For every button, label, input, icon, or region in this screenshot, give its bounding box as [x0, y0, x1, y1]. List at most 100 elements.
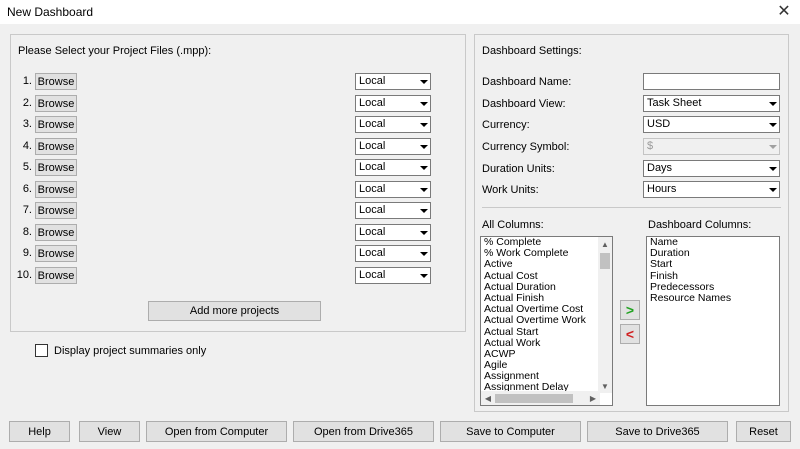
file-row-number: 2.: [22, 97, 32, 109]
list-item[interactable]: Actual Overtime Work: [481, 315, 612, 326]
file-location-value: Local: [359, 204, 386, 216]
chevron-down-icon: [417, 268, 430, 283]
duration-units-label: Duration Units:: [482, 163, 555, 175]
help-button[interactable]: Help: [9, 421, 70, 442]
title-bar: New Dashboard ✕: [0, 0, 800, 24]
file-location-select[interactable]: Local: [355, 267, 431, 284]
reset-button[interactable]: Reset: [736, 421, 791, 442]
file-row-number: 7.: [22, 204, 32, 216]
browse-button[interactable]: Browse: [35, 159, 77, 176]
list-item[interactable]: Active: [481, 259, 612, 270]
view-button[interactable]: View: [79, 421, 140, 442]
file-location-value: Local: [359, 183, 386, 195]
list-item[interactable]: Resource Names: [647, 292, 779, 304]
file-location-value: Local: [359, 247, 386, 259]
list-item[interactable]: Start: [647, 259, 779, 270]
browse-button[interactable]: Browse: [35, 181, 77, 198]
save-to-computer-button[interactable]: Save to Computer: [440, 421, 581, 442]
file-row-number: 4.: [22, 140, 32, 152]
dashboard-name-input[interactable]: [643, 73, 780, 90]
chevron-down-icon: [417, 203, 430, 218]
file-location-value: Local: [359, 269, 386, 281]
work-units-label: Work Units:: [482, 184, 539, 196]
dashboard-columns-list[interactable]: Name Duration Start Finish Predecessors Resou…: [646, 236, 780, 406]
file-row-number: 3.: [22, 118, 32, 130]
chevron-down-icon: [766, 96, 779, 111]
file-location-select[interactable]: Local: [355, 202, 431, 219]
file-location-select[interactable]: Local: [355, 138, 431, 155]
file-location-select[interactable]: Local: [355, 224, 431, 241]
chevron-down-icon: [766, 139, 779, 154]
file-location-select[interactable]: Local: [355, 245, 431, 262]
duration-units-select[interactable]: Days: [643, 160, 780, 177]
all-columns-label: All Columns:: [482, 219, 544, 231]
all-columns-list[interactable]: % Complete% Work Complete Active Actual Co…: [480, 236, 613, 406]
chevron-down-icon: [417, 182, 430, 197]
work-units-value: Hours: [647, 183, 677, 195]
file-location-select[interactable]: Local: [355, 95, 431, 112]
scroll-left-icon[interactable]: ◀: [481, 391, 495, 405]
file-row-number: 9.: [22, 247, 32, 259]
file-location-select[interactable]: Local: [355, 181, 431, 198]
all-columns-hscrollbar[interactable]: ◀ ▶: [481, 391, 600, 405]
add-more-projects-button[interactable]: Add more projects: [148, 301, 321, 321]
currency-symbol-label: Currency Symbol:: [482, 141, 570, 153]
browse-button[interactable]: Browse: [35, 116, 77, 133]
scrollbar-thumb[interactable]: [600, 253, 610, 269]
dashboard-view-value: Task Sheet: [647, 97, 702, 109]
currency-symbol-select: $: [643, 138, 780, 155]
scroll-down-icon[interactable]: ▼: [598, 379, 612, 393]
scroll-up-icon[interactable]: ▲: [598, 237, 612, 251]
file-location-value: Local: [359, 97, 386, 109]
browse-button[interactable]: Browse: [35, 138, 77, 155]
chevron-down-icon: [417, 139, 430, 154]
window-title: New Dashboard: [7, 5, 94, 19]
file-row-number: 5.: [22, 161, 32, 173]
chevron-down-icon: [766, 117, 779, 132]
chevron-down-icon: [766, 182, 779, 197]
chevron-down-icon: [417, 246, 430, 261]
close-icon[interactable]: ✕: [774, 2, 794, 22]
file-location-select[interactable]: Local: [355, 159, 431, 176]
remove-column-button[interactable]: <: [620, 324, 640, 344]
browse-button[interactable]: Browse: [35, 95, 77, 112]
list-item[interactable]: Actual Start: [481, 326, 612, 338]
file-location-value: Local: [359, 161, 386, 173]
save-to-drive365-button[interactable]: Save to Drive365: [587, 421, 728, 442]
currency-select[interactable]: USD: [643, 116, 780, 133]
file-row-number: 1.: [22, 75, 32, 87]
summaries-checkbox[interactable]: [35, 344, 48, 357]
summaries-label: Display project summaries only: [54, 345, 207, 357]
browse-button[interactable]: Browse: [35, 202, 77, 219]
file-row-number: 6.: [22, 183, 32, 195]
chevron-down-icon: [417, 74, 430, 89]
scrollbar-thumb[interactable]: [495, 394, 573, 403]
dashboard-name-label: Dashboard Name:: [482, 76, 572, 88]
all-columns-vscrollbar[interactable]: ▲ ▼: [598, 237, 612, 393]
file-location-select[interactable]: Local: [355, 116, 431, 133]
settings-divider: [482, 207, 781, 208]
dashboard-view-select[interactable]: Task Sheet: [643, 95, 780, 112]
file-location-value: Local: [359, 140, 386, 152]
chevron-down-icon: [417, 225, 430, 240]
file-location-value: Local: [359, 226, 386, 238]
browse-button[interactable]: Browse: [35, 73, 77, 90]
file-location-value: Local: [359, 75, 386, 87]
currency-label: Currency:: [482, 119, 530, 131]
add-column-button[interactable]: >: [620, 300, 640, 320]
dashboard-view-label: Dashboard View:: [482, 98, 566, 110]
duration-units-value: Days: [647, 162, 673, 174]
dashboard-columns-label: Dashboard Columns:: [648, 219, 752, 231]
browse-button[interactable]: Browse: [35, 245, 77, 262]
open-from-drive365-button[interactable]: Open from Drive365: [293, 421, 434, 442]
currency-symbol-value: $: [647, 140, 654, 152]
browse-button[interactable]: Browse: [35, 267, 77, 284]
scroll-right-icon[interactable]: ▶: [586, 391, 600, 405]
chevron-down-icon: [766, 161, 779, 176]
chevron-down-icon: [417, 160, 430, 175]
open-from-computer-button[interactable]: Open from Computer: [146, 421, 287, 442]
browse-button[interactable]: Browse: [35, 224, 77, 241]
file-row-number: 10.: [16, 269, 32, 281]
work-units-select[interactable]: Hours: [643, 181, 780, 198]
file-location-select[interactable]: Local: [355, 73, 431, 90]
